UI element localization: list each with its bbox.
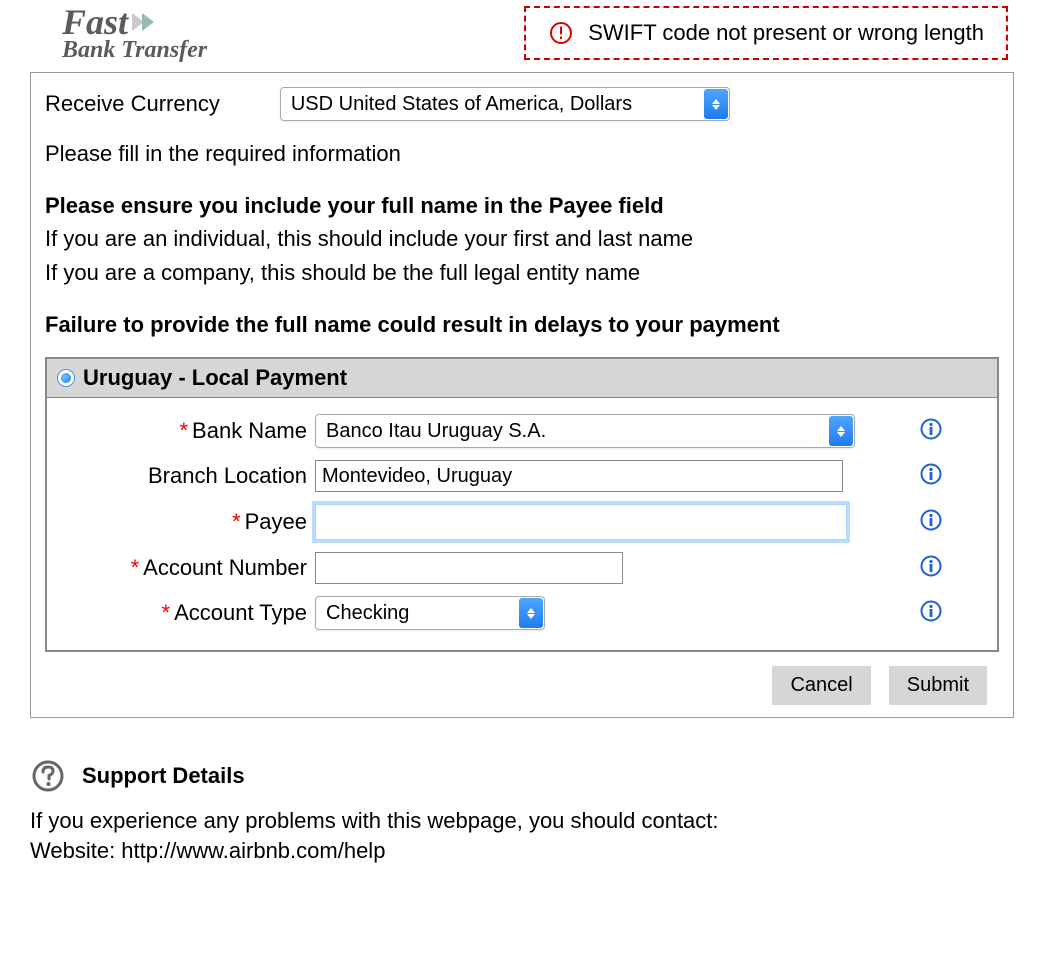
required-marker: * <box>131 555 140 580</box>
bank-name-value: Banco Itau Uruguay S.A. <box>326 420 546 443</box>
logo: Fast Bank Transfer <box>30 4 207 62</box>
required-marker: * <box>232 509 241 534</box>
alert-icon <box>548 20 574 46</box>
info-icon[interactable] <box>919 508 943 532</box>
branch-location-label: Branch Location <box>148 463 307 488</box>
info-icon[interactable] <box>919 599 943 623</box>
radio-selected-icon <box>57 369 75 387</box>
required-marker: * <box>179 418 188 443</box>
select-stepper-icon <box>704 89 728 119</box>
info-icon[interactable] <box>919 417 943 441</box>
bank-name-label: Bank Name <box>192 418 307 443</box>
instr-line3: If you are an individual, this should in… <box>45 224 999 254</box>
currency-label: Receive Currency <box>45 91 220 117</box>
account-type-label: Account Type <box>174 600 307 625</box>
required-marker: * <box>162 600 171 625</box>
logo-line1: Fast <box>62 4 128 40</box>
account-number-input[interactable] <box>315 552 623 584</box>
support-section: Support Details If you experience any pr… <box>30 758 1014 865</box>
account-number-label: Account Number <box>143 555 307 580</box>
cancel-button[interactable]: Cancel <box>772 666 870 705</box>
select-stepper-icon <box>519 598 543 628</box>
branch-location-input[interactable] <box>315 460 843 492</box>
account-type-value: Checking <box>326 602 409 625</box>
support-text2: Website: http://www.airbnb.com/help <box>30 836 1014 866</box>
payment-method-radio[interactable]: Uruguay - Local Payment <box>47 359 997 398</box>
instr-line4: If you are a company, this should be the… <box>45 258 999 288</box>
main-panel: Receive Currency USD United States of Am… <box>30 72 1014 718</box>
support-title: Support Details <box>82 763 245 789</box>
info-icon[interactable] <box>919 462 943 486</box>
instr-line2: Please ensure you include your full name… <box>45 191 999 221</box>
payee-label: Payee <box>245 509 307 534</box>
instr-line5: Failure to provide the full name could r… <box>45 310 999 340</box>
info-icon[interactable] <box>919 554 943 578</box>
select-stepper-icon <box>829 416 853 446</box>
payee-input[interactable] <box>315 504 847 540</box>
currency-value: USD United States of America, Dollars <box>291 93 632 116</box>
support-text1: If you experience any problems with this… <box>30 806 1014 836</box>
logo-line2: Bank Transfer <box>62 38 207 62</box>
submit-button[interactable]: Submit <box>889 666 987 705</box>
logo-arrow-icon <box>130 9 158 35</box>
alert-text: SWIFT code not present or wrong length <box>588 20 984 46</box>
question-icon <box>30 758 66 794</box>
alert-banner: SWIFT code not present or wrong length <box>524 6 1008 60</box>
payment-panel: Uruguay - Local Payment *Bank Name Banco… <box>45 357 999 652</box>
instructions: Please fill in the required information … <box>45 139 999 339</box>
instr-line1: Please fill in the required information <box>45 139 999 169</box>
bank-name-select[interactable]: Banco Itau Uruguay S.A. <box>315 414 855 448</box>
currency-select[interactable]: USD United States of America, Dollars <box>280 87 730 121</box>
account-type-select[interactable]: Checking <box>315 596 545 630</box>
payment-title: Uruguay - Local Payment <box>83 365 347 391</box>
